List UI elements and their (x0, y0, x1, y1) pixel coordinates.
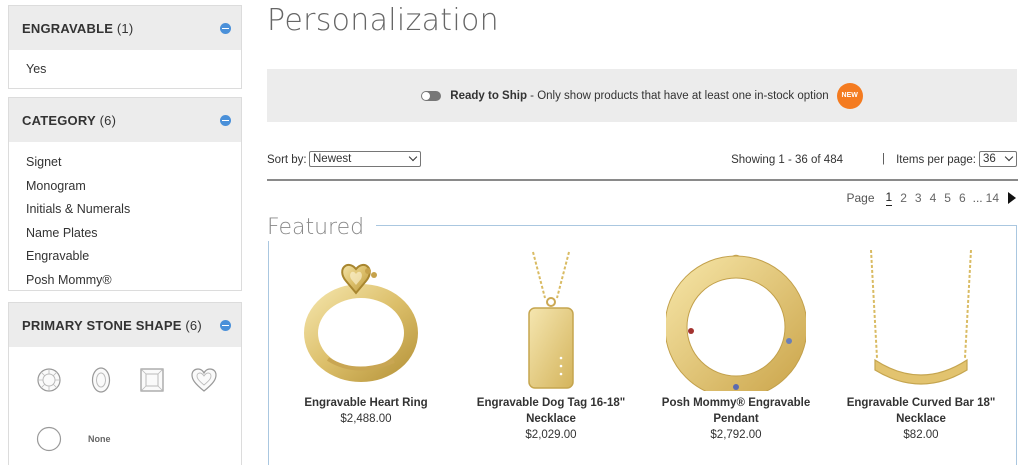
product-card[interactable]: Engravable Heart Ring $2,488.00 (281, 248, 451, 427)
ready-to-ship-text: Ready to Ship - Only show products that … (450, 89, 829, 102)
none-stone-icon[interactable] (36, 426, 62, 452)
filter-panel-category: CATEGORY (6) Signet Monogram Initials & … (8, 97, 242, 291)
items-per-page-select[interactable]: 36 (979, 151, 1017, 167)
filter-title: ENGRAVABLE (1) (22, 20, 134, 36)
product-image[interactable] (651, 248, 821, 391)
pagination-label: Page (846, 191, 875, 205)
round-stone-icon[interactable] (36, 367, 62, 393)
collapse-icon[interactable] (220, 319, 231, 331)
filter-item-monogram[interactable]: Monogram (26, 175, 241, 199)
ready-to-ship-toggle[interactable] (421, 90, 442, 101)
product-name[interactable]: Posh Mommy® Engravable Pendant (651, 395, 821, 427)
filter-item-yes[interactable]: Yes (26, 58, 241, 82)
filter-title: CATEGORY (6) (22, 112, 117, 128)
items-per-page-label: Items per page: (896, 154, 976, 166)
product-price: $2,029.00 (525, 429, 577, 441)
filter-item-initials-numerals[interactable]: Initials & Numerals (26, 198, 241, 222)
page-link[interactable]: 2 (900, 191, 907, 205)
product-card[interactable]: Posh Mommy® Engravable Pendant $2,792.00 (651, 248, 821, 443)
page-link[interactable]: 4 (930, 191, 937, 205)
next-page-icon[interactable] (1008, 192, 1016, 204)
heart-stone-icon[interactable] (190, 367, 218, 393)
product-image[interactable] (466, 248, 636, 391)
filter-panel-engravable: ENGRAVABLE (1) Yes (8, 5, 242, 89)
filter-item-engravable[interactable]: Engravable (26, 245, 241, 269)
page-link-last[interactable]: 14 (986, 191, 999, 205)
product-name[interactable]: Engravable Heart Ring (281, 395, 451, 411)
product-name[interactable]: Engravable Curved Bar 18" Necklace (836, 395, 1006, 427)
product-image[interactable] (281, 248, 451, 391)
sort-toolbar: Sort by: Newest Showing 1 - 36 of 484 | … (267, 151, 1018, 171)
new-badge: NEW (836, 82, 863, 109)
collapse-icon[interactable] (220, 22, 231, 34)
featured-section: Featured Engravable Heart Ring $2,488.00 (267, 215, 1017, 465)
filter-item-signet[interactable]: Signet (26, 151, 241, 175)
sort-label: Sort by: (267, 154, 307, 166)
page-link[interactable]: 6 (959, 191, 966, 205)
separator: | (882, 153, 885, 165)
oval-stone-icon[interactable] (91, 366, 111, 394)
square-stone-icon[interactable] (139, 367, 165, 393)
chevron-down-icon (408, 152, 418, 162)
page-link[interactable]: 5 (944, 191, 951, 205)
filter-title: PRIMARY STONE SHAPE (6) (22, 317, 202, 333)
page-title: Personalization (267, 3, 499, 38)
product-card[interactable]: Engravable Curved Bar 18" Necklace $82.0… (836, 248, 1006, 443)
filter-header-engravable[interactable]: ENGRAVABLE (1) (9, 6, 241, 50)
page-link[interactable]: 3 (915, 191, 922, 205)
pagination: Page 1 2 3 4 5 6 ... 14 (846, 190, 1016, 206)
filter-header-stone-shape[interactable]: PRIMARY STONE SHAPE (6) (9, 303, 241, 347)
none-label[interactable]: None (88, 434, 111, 444)
product-price: $2,488.00 (340, 413, 392, 425)
collapse-icon[interactable] (220, 114, 231, 126)
filter-item-name-plates[interactable]: Name Plates (26, 222, 241, 246)
product-image[interactable] (836, 248, 1006, 391)
page-link-current[interactable]: 1 (885, 190, 893, 206)
product-price: $82.00 (903, 429, 939, 441)
ready-to-ship-bar: Ready to Ship - Only show products that … (267, 69, 1017, 122)
product-name[interactable]: Engravable Dog Tag 16-18" Necklace (466, 395, 636, 427)
featured-heading: Featured (267, 215, 377, 241)
filter-item-posh-mommy[interactable]: Posh Mommy® (26, 269, 241, 293)
filter-panel-stone-shape: PRIMARY STONE SHAPE (6) None (8, 302, 242, 465)
results-count: Showing 1 - 36 of 484 (731, 154, 843, 166)
sort-select[interactable]: Newest (309, 151, 421, 167)
product-card[interactable]: Engravable Dog Tag 16-18" Necklace $2,02… (466, 248, 636, 443)
product-price: $2,792.00 (710, 429, 762, 441)
pagination-ellipsis: ... (972, 191, 983, 205)
chevron-down-icon (1004, 152, 1014, 162)
divider (267, 179, 1018, 181)
filter-header-category[interactable]: CATEGORY (6) (9, 98, 241, 142)
